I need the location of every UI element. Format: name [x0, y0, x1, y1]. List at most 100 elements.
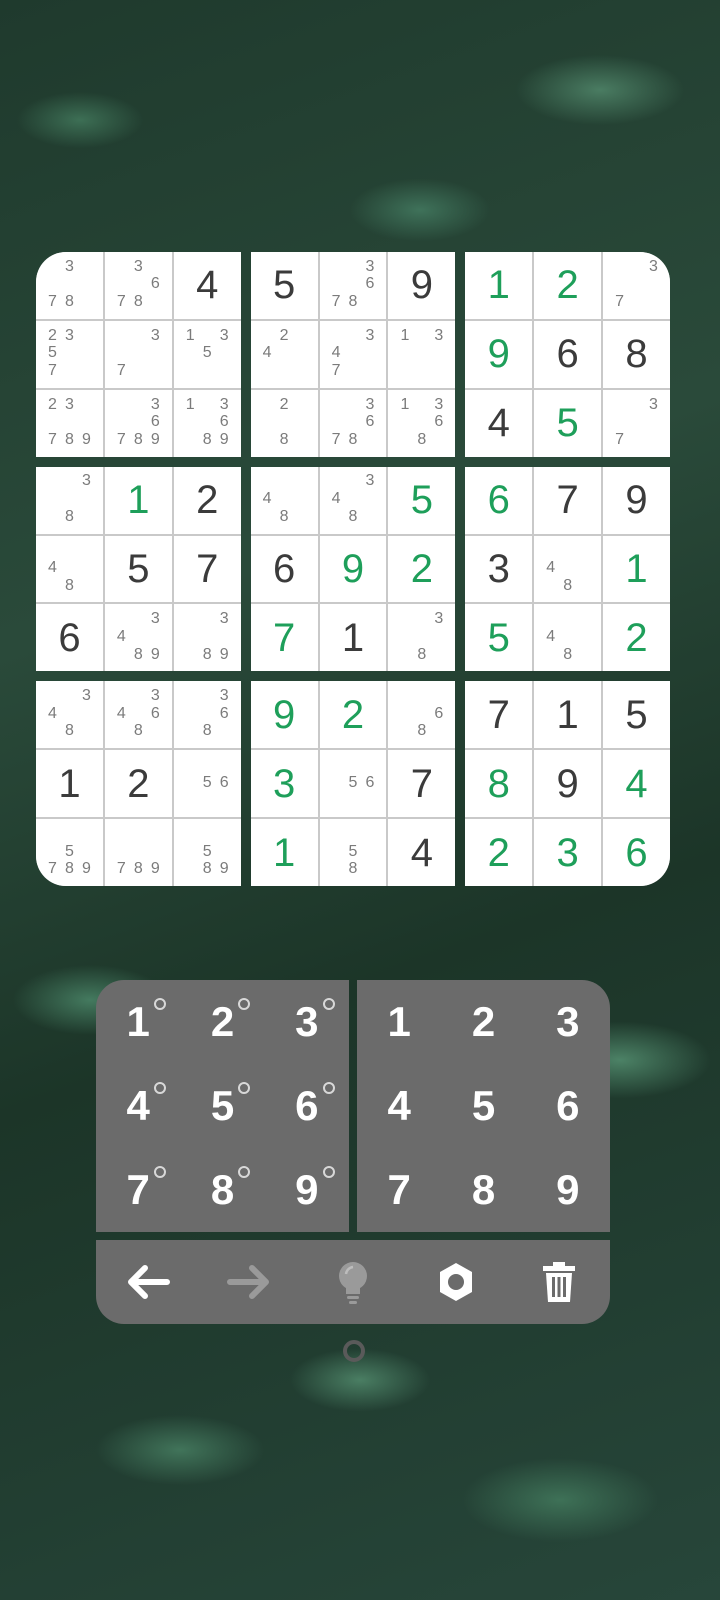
sudoku-cell[interactable]: 9 [319, 535, 387, 603]
sudoku-cell[interactable]: 9 [465, 320, 533, 388]
number-key-6[interactable]: 6 [526, 1064, 610, 1148]
sudoku-cell[interactable]: 368 [173, 681, 241, 749]
sudoku-cell[interactable]: 4 [603, 750, 670, 818]
sudoku-cell[interactable]: 7 [465, 681, 533, 749]
note-key-6[interactable]: 6 [265, 1064, 349, 1148]
number-key-3[interactable]: 3 [526, 980, 610, 1064]
sudoku-cell[interactable]: 7 [388, 750, 456, 818]
sudoku-cell[interactable]: 1 [104, 466, 172, 534]
sudoku-cell[interactable]: 2 [534, 252, 602, 319]
sudoku-cell[interactable]: 9 [534, 750, 602, 818]
sudoku-cell[interactable]: 1 35 [173, 320, 241, 388]
sudoku-cell[interactable]: 7 [250, 604, 318, 672]
sudoku-cell[interactable]: 5 [388, 466, 456, 534]
sudoku-cell[interactable]: 36 789 [104, 389, 172, 457]
sudoku-cell[interactable]: 1 [36, 750, 103, 818]
sudoku-cell[interactable]: 5 [250, 252, 318, 319]
sudoku-cell[interactable]: 9 [388, 252, 456, 319]
undo-button[interactable] [117, 1252, 177, 1312]
sudoku-cell[interactable]: 2357 [36, 320, 103, 388]
sudoku-cell[interactable]: 6 [36, 604, 103, 672]
note-key-5[interactable]: 5 [180, 1064, 264, 1148]
sudoku-cell[interactable]: 6 [465, 466, 533, 534]
sudoku-cell[interactable]: 3 [465, 535, 533, 603]
sudoku-cell[interactable]: 9 [250, 681, 318, 749]
sudoku-cell[interactable]: 28 [250, 389, 318, 457]
sudoku-cell[interactable]: 38 [36, 466, 103, 534]
note-key-3[interactable]: 3 [265, 980, 349, 1064]
number-key-5[interactable]: 5 [441, 1064, 525, 1148]
redo-button[interactable] [220, 1252, 280, 1312]
note-key-1[interactable]: 1 [96, 980, 180, 1064]
sudoku-cell[interactable]: 48 [36, 535, 103, 603]
number-key-1[interactable]: 1 [357, 980, 441, 1064]
sudoku-cell[interactable]: 37 [603, 389, 670, 457]
sudoku-cell[interactable]: 56 [173, 750, 241, 818]
sudoku-cell[interactable]: 1 3689 [173, 389, 241, 457]
sudoku-cell[interactable]: 2 [104, 750, 172, 818]
sudoku-cell[interactable]: 8 [465, 750, 533, 818]
sudoku-cell[interactable]: 3 48 [319, 466, 387, 534]
number-key-4[interactable]: 4 [357, 1064, 441, 1148]
sudoku-cell[interactable]: 1 [250, 819, 318, 886]
sudoku-cell[interactable]: 23789 [36, 389, 103, 457]
drag-handle[interactable] [343, 1340, 365, 1362]
number-key-8[interactable]: 8 [441, 1148, 525, 1232]
sudoku-cell[interactable]: 2 [319, 681, 387, 749]
number-key-9[interactable]: 9 [526, 1148, 610, 1232]
sudoku-cell[interactable]: 38 [388, 604, 456, 672]
sudoku-cell[interactable]: 1 [319, 604, 387, 672]
sudoku-cell[interactable]: 3 [534, 819, 602, 886]
sudoku-cell[interactable]: 8 [603, 320, 670, 388]
sudoku-cell[interactable]: 48 [250, 466, 318, 534]
sudoku-cell[interactable]: 789 [104, 819, 172, 886]
note-key-9[interactable]: 9 [265, 1148, 349, 1232]
sudoku-cell[interactable]: 24 [250, 320, 318, 388]
sudoku-cell[interactable]: 3 47 [319, 320, 387, 388]
sudoku-cell[interactable]: 3 489 [104, 604, 172, 672]
sudoku-cell[interactable]: 2 [465, 819, 533, 886]
hint-button[interactable] [323, 1252, 383, 1312]
note-key-4[interactable]: 4 [96, 1064, 180, 1148]
sudoku-cell[interactable]: 4 [173, 252, 241, 319]
sudoku-cell[interactable]: 48 [534, 604, 602, 672]
sudoku-cell[interactable]: 13 [388, 320, 456, 388]
sudoku-cell[interactable]: 5 [465, 604, 533, 672]
number-key-7[interactable]: 7 [357, 1148, 441, 1232]
sudoku-cell[interactable]: 37 [603, 252, 670, 319]
sudoku-cell[interactable]: 378 [36, 252, 103, 319]
note-key-7[interactable]: 7 [96, 1148, 180, 1232]
sudoku-cell[interactable]: 5 [534, 389, 602, 457]
sudoku-cell[interactable]: 36 78 [319, 252, 387, 319]
sudoku-cell[interactable]: 4 [465, 389, 533, 457]
sudoku-cell[interactable]: 5 [603, 681, 670, 749]
sudoku-cell[interactable]: 1 [534, 681, 602, 749]
sudoku-cell[interactable]: 1 368 [388, 389, 456, 457]
sudoku-cell[interactable]: 5 [104, 535, 172, 603]
sudoku-cell[interactable]: 68 [388, 681, 456, 749]
sudoku-cell[interactable]: 6 [534, 320, 602, 388]
delete-button[interactable] [529, 1252, 589, 1312]
sudoku-cell[interactable]: 48 [534, 535, 602, 603]
sudoku-cell[interactable]: 4 [388, 819, 456, 886]
sudoku-cell[interactable]: 3 4 68 [104, 681, 172, 749]
sudoku-cell[interactable]: 7 [534, 466, 602, 534]
sudoku-cell[interactable]: 1 [465, 252, 533, 319]
sudoku-cell[interactable]: 3 48 [36, 681, 103, 749]
note-key-8[interactable]: 8 [180, 1148, 264, 1232]
sudoku-cell[interactable]: 389 [173, 604, 241, 672]
sudoku-cell[interactable]: 2 [603, 604, 670, 672]
settings-button[interactable] [426, 1252, 486, 1312]
sudoku-cell[interactable]: 5789 [36, 819, 103, 886]
number-key-2[interactable]: 2 [441, 980, 525, 1064]
sudoku-cell[interactable]: 2 [173, 466, 241, 534]
sudoku-cell[interactable]: 7 [173, 535, 241, 603]
sudoku-cell[interactable]: 56 [319, 750, 387, 818]
sudoku-cell[interactable]: 589 [173, 819, 241, 886]
sudoku-cell[interactable]: 1 [603, 535, 670, 603]
sudoku-cell[interactable]: 36 78 [319, 389, 387, 457]
sudoku-cell[interactable]: 37 [104, 320, 172, 388]
sudoku-cell[interactable]: 36 78 [104, 252, 172, 319]
sudoku-cell[interactable]: 3 [250, 750, 318, 818]
sudoku-cell[interactable]: 9 [603, 466, 670, 534]
